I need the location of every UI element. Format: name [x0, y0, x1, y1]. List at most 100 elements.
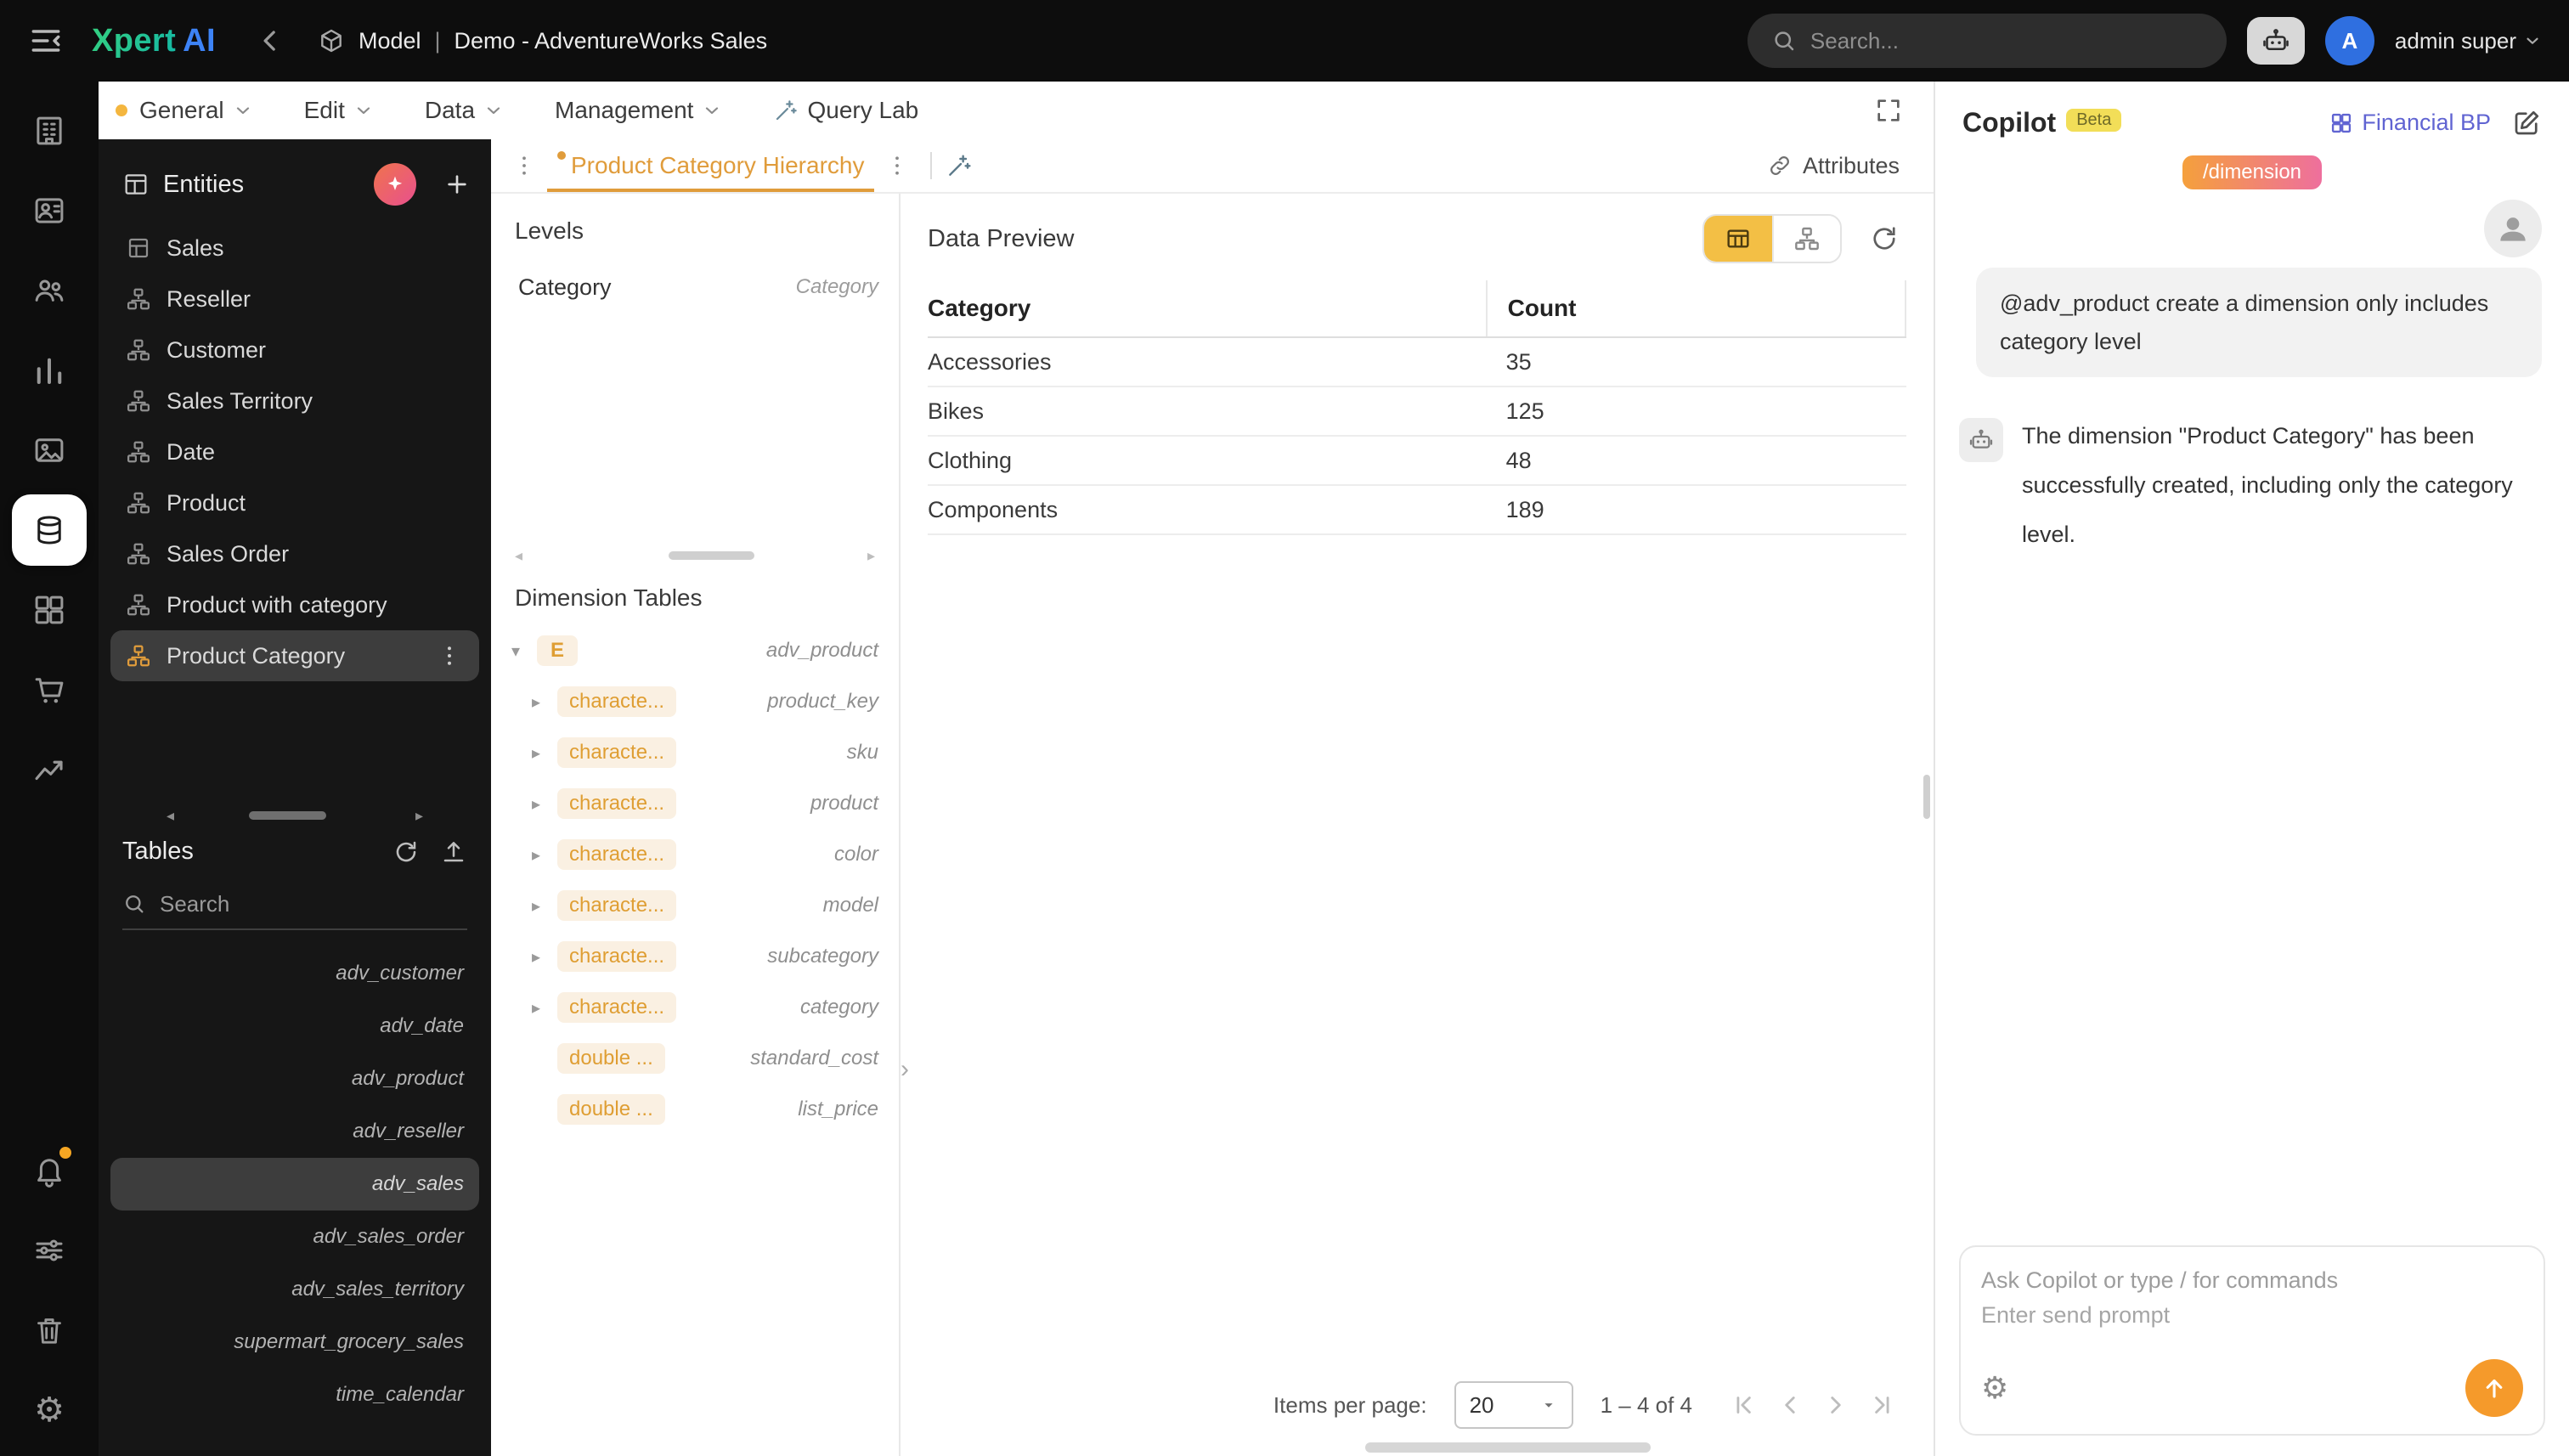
sidebar-item-reseller[interactable]: Reseller [99, 274, 491, 324]
global-search[interactable] [1747, 14, 2227, 68]
refresh-preview-button[interactable] [1869, 223, 1900, 254]
attributes-button[interactable]: Attributes [1767, 153, 1900, 179]
rail-item-analytics[interactable] [12, 335, 87, 406]
menu-data[interactable]: Data [425, 97, 504, 124]
tables-search-input[interactable] [160, 891, 467, 917]
caret-right-icon[interactable]: ▸ [532, 997, 557, 1019]
tree-field-standard-cost[interactable]: double ... standard_cost [491, 1033, 899, 1084]
menu-edit[interactable]: Edit [304, 97, 374, 124]
hierarchy-view-button[interactable] [1772, 216, 1840, 262]
rail-item-settings[interactable]: ⚙ [12, 1374, 87, 1446]
command-pill[interactable]: /dimension [2182, 155, 2322, 189]
table-item-adv-sales-order[interactable]: adv_sales_order [99, 1211, 491, 1263]
menu-general[interactable]: General [116, 97, 253, 124]
ai-generate-button[interactable] [374, 163, 416, 206]
rail-item-store[interactable] [12, 654, 87, 725]
horizontal-scrollbar-thumb[interactable] [1365, 1442, 1651, 1453]
previous-page-button[interactable] [1776, 1391, 1804, 1419]
caret-right-icon[interactable]: ▸ [532, 895, 557, 917]
sidebar-item-date[interactable]: Date [99, 426, 491, 477]
copilot-settings-button[interactable]: ⚙ [1981, 1373, 2008, 1403]
tree-root-adv-product[interactable]: ▾ E adv_product [491, 625, 899, 676]
scroll-thumb[interactable] [249, 811, 326, 820]
upload-table-button[interactable] [440, 838, 467, 866]
table-row[interactable]: Clothing 48 [928, 437, 1906, 486]
sidebar-item-sales-territory[interactable]: Sales Territory [99, 375, 491, 426]
refresh-tables-button[interactable] [392, 838, 420, 866]
levels-horizontal-scrollbar[interactable]: ◂ ▸ [498, 547, 892, 564]
copilot-input[interactable] [1981, 1267, 2523, 1294]
sidebar-item-sales-order[interactable]: Sales Order [99, 528, 491, 579]
sidebar-item-product-category[interactable]: Product Category [110, 630, 479, 681]
tab-options-button[interactable] [878, 153, 917, 178]
user-menu[interactable]: admin super [2395, 28, 2542, 54]
entity-more-button[interactable] [437, 643, 462, 669]
ai-edit-button[interactable] [946, 152, 973, 179]
sidebar-item-product-with-category[interactable]: Product with category [99, 579, 491, 630]
workspace-button[interactable]: Financial BP [2329, 110, 2491, 136]
tables-search[interactable] [122, 879, 467, 930]
table-item-adv-sales[interactable]: adv_sales [110, 1158, 479, 1211]
table-row[interactable]: Bikes 125 [928, 387, 1906, 437]
table-item-adv-product[interactable]: adv_product [99, 1052, 491, 1105]
next-page-button[interactable] [1821, 1391, 1850, 1419]
rail-item-notifications[interactable] [12, 1135, 87, 1206]
menu-management[interactable]: Management [555, 97, 722, 124]
tree-field-color[interactable]: ▸ characte... color [491, 829, 899, 880]
rail-item-gallery[interactable] [12, 415, 87, 486]
tab-product-category-hierarchy[interactable]: Product Category Hierarchy [544, 139, 878, 192]
scroll-right-arrow[interactable]: ▸ [415, 808, 423, 823]
table-row[interactable]: Components 189 [928, 486, 1906, 535]
scroll-thumb[interactable] [669, 551, 754, 560]
new-chat-button[interactable] [2511, 108, 2542, 138]
send-button[interactable] [2465, 1359, 2523, 1417]
caret-right-icon[interactable]: ▸ [532, 793, 557, 815]
add-entity-button[interactable] [443, 171, 471, 198]
rail-item-trash[interactable] [12, 1295, 87, 1366]
entities-horizontal-scrollbar[interactable]: ◂ ▸ [150, 807, 440, 824]
tab-list-menu-button[interactable] [505, 153, 544, 178]
tree-field-subcategory[interactable]: ▸ characte... subcategory [491, 931, 899, 982]
rail-item-apps[interactable] [12, 574, 87, 646]
table-row[interactable]: Accessories 35 [928, 338, 1906, 387]
copilot-input-box[interactable]: Enter send prompt ⚙ [1959, 1245, 2545, 1436]
caret-down-icon[interactable]: ▾ [511, 641, 537, 662]
rail-item-team[interactable] [12, 255, 87, 326]
tree-field-sku[interactable]: ▸ characte... sku [491, 727, 899, 778]
table-item-adv-sales-territory[interactable]: adv_sales_territory [99, 1263, 491, 1316]
sidebar-item-product[interactable]: Product [99, 477, 491, 528]
table-item-time-calendar[interactable]: time_calendar [99, 1369, 491, 1421]
rail-item-insights[interactable] [12, 734, 87, 805]
first-page-button[interactable] [1730, 1391, 1759, 1419]
vertical-scrollbar-thumb[interactable] [1923, 775, 1930, 819]
tree-field-list-price[interactable]: double ... list_price [491, 1084, 899, 1135]
tree-field-product[interactable]: ▸ characte... product [491, 778, 899, 829]
table-item-supermart-grocery-sales[interactable]: supermart_grocery_sales [99, 1316, 491, 1369]
rail-item-organization[interactable] [12, 95, 87, 166]
menu-query-lab[interactable]: Query Lab [773, 97, 918, 124]
tree-field-product-key[interactable]: ▸ characte... product_key [491, 676, 899, 727]
back-button[interactable] [253, 24, 287, 58]
fullscreen-button[interactable] [1874, 96, 1903, 125]
page-size-select[interactable]: 20 [1454, 1381, 1573, 1429]
last-page-button[interactable] [1867, 1391, 1896, 1419]
caret-right-icon[interactable]: ▸ [532, 844, 557, 866]
rail-item-data-models[interactable] [12, 494, 87, 566]
rail-item-contacts[interactable] [12, 175, 87, 246]
copilot-toggle-button[interactable] [2247, 17, 2305, 65]
caret-right-icon[interactable]: ▸ [532, 946, 557, 968]
scroll-right-arrow[interactable]: ▸ [867, 548, 875, 563]
caret-right-icon[interactable]: ▸ [532, 691, 557, 713]
rail-item-tuning[interactable] [12, 1215, 87, 1286]
table-item-adv-date[interactable]: adv_date [99, 1000, 491, 1052]
global-search-input[interactable] [1810, 28, 2203, 54]
sidebar-item-customer[interactable]: Customer [99, 324, 491, 375]
level-row-category[interactable]: Category Category [491, 262, 899, 313]
table-item-adv-customer[interactable]: adv_customer [99, 947, 491, 1000]
user-avatar[interactable]: A [2325, 16, 2374, 65]
caret-right-icon[interactable]: ▸ [532, 742, 557, 764]
scroll-left-arrow[interactable]: ◂ [167, 808, 174, 823]
table-item-adv-reseller[interactable]: adv_reseller [99, 1105, 491, 1158]
scroll-left-arrow[interactable]: ◂ [515, 548, 522, 563]
table-view-button[interactable] [1704, 216, 1772, 262]
